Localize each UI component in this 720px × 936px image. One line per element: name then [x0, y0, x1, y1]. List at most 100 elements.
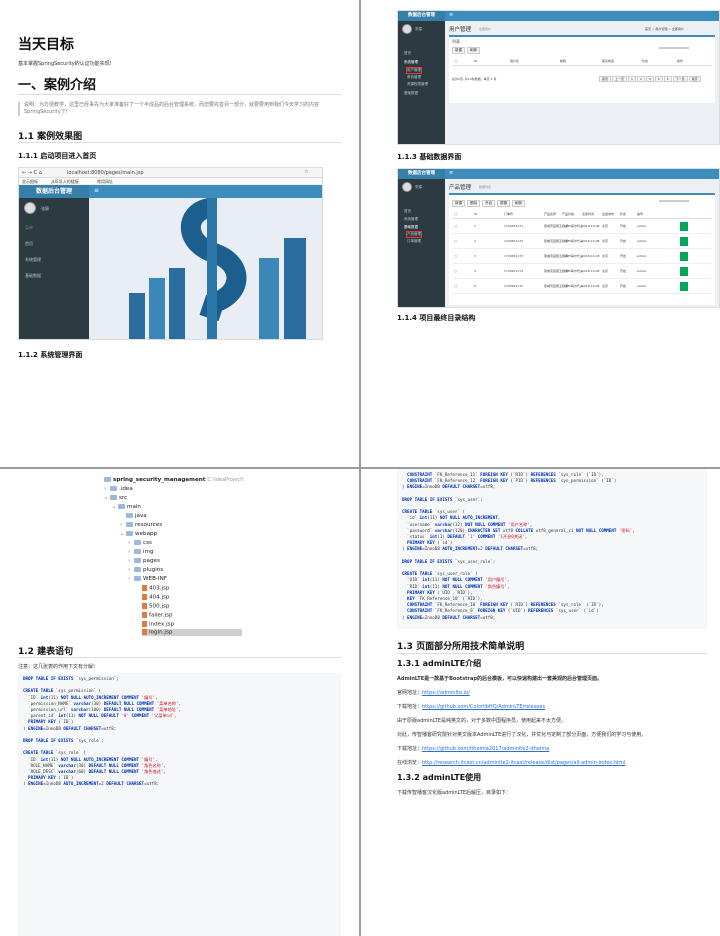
sidebar-item-system[interactable]: 系统管理	[25, 257, 41, 263]
tree-item[interactable]: failer.jsp	[142, 612, 173, 619]
app-logo[interactable]: 数据后台管理	[398, 169, 445, 179]
delete-button[interactable]: 删除	[467, 200, 481, 207]
page-2[interactable]: 2	[636, 76, 645, 82]
sidebar-item-data[interactable]: 基础数据	[404, 91, 418, 96]
sidebar-item-data[interactable]: 基础数据	[404, 225, 418, 230]
folder-icon	[134, 576, 141, 581]
app-logo[interactable]: 数据后台管理	[19, 185, 89, 198]
tree-item[interactable]: › plugins	[128, 567, 163, 573]
official-link[interactable]: https://adminlte.io/	[422, 690, 470, 696]
checkbox-all[interactable]: □	[454, 59, 457, 63]
tree-item[interactable]: java	[126, 513, 147, 519]
sidebar-item-products[interactable]: 产品管理	[406, 231, 422, 238]
tree-item[interactable]: › img	[128, 549, 154, 555]
row-checkbox[interactable]: □	[454, 269, 457, 273]
page-4[interactable]: 4	[654, 76, 663, 82]
column-header: 状态	[620, 212, 627, 216]
table-cell: 1700651174	[504, 269, 524, 273]
avatar	[402, 24, 412, 34]
nav-arrows-icon[interactable]: ← → C ⌂	[22, 170, 42, 176]
tree-item[interactable]: › resources	[120, 522, 162, 528]
menu-toggle-icon[interactable]: ≡	[449, 12, 453, 18]
row-action-button[interactable]	[680, 267, 688, 276]
download-link[interactable]: https://github.com/ColorlibHQ/AdminLTE/r…	[422, 704, 545, 710]
folder-icon	[126, 522, 133, 527]
browse-link[interactable]: http://research.itcast.cn/adminlte2-itca…	[422, 760, 625, 766]
address-bar[interactable]: localhost:8080/pages/main.jsp	[67, 170, 144, 176]
app-logo[interactable]: 数据后台管理	[398, 11, 445, 21]
enable-button[interactable]: 开启	[482, 200, 496, 207]
sidebar-item-system[interactable]: 系统管理	[404, 217, 418, 222]
folder-icon	[110, 495, 117, 500]
table-row[interactable]: □ 3 1700651173 夏威夷度假五日游一马尔代夫 1000.0 2018-10-0…	[452, 250, 712, 264]
page-3[interactable]: 3	[645, 76, 654, 82]
page-last[interactable]: 尾页	[688, 76, 701, 82]
sidebar-item-permissions[interactable]: 资源权限管理	[407, 82, 428, 87]
sidebar-item-orders[interactable]: 订单管理	[407, 239, 421, 244]
row-action-button[interactable]	[680, 237, 688, 246]
row-action-button[interactable]	[680, 222, 688, 231]
table-cell: 开启	[620, 224, 627, 228]
checkbox-all[interactable]: □	[454, 212, 457, 216]
new-button[interactable]: 新建	[452, 47, 466, 54]
page-1[interactable]: 1	[628, 76, 636, 82]
doc-page-4: CONSTRAINT `FK_Reference_11` FOREIGN KEY…	[361, 469, 720, 936]
tree-item[interactable]: › css	[128, 540, 152, 546]
tree-item[interactable]: › pages	[128, 558, 160, 564]
content-subtitle: 全部用户	[479, 27, 492, 31]
tree-item[interactable]: › .idea	[104, 486, 133, 492]
search-input[interactable]	[659, 47, 689, 49]
page-prev[interactable]: 上一页	[612, 76, 628, 82]
row-action-button[interactable]	[680, 282, 688, 291]
sidebar-item-home[interactable]: 首页	[404, 51, 411, 56]
column-header: 订单号	[504, 212, 514, 216]
tree-item-selected[interactable]: login.jsp	[142, 629, 242, 636]
page-first[interactable]: 首页	[599, 76, 612, 82]
tree-item[interactable]: ⌄ src	[104, 495, 127, 501]
table-cell: admin	[637, 239, 647, 243]
new-button[interactable]: 新建	[452, 200, 466, 207]
refresh-button[interactable]: 刷新	[467, 47, 481, 54]
refresh-button[interactable]: 刷新	[512, 200, 526, 207]
row-checkbox[interactable]: □	[454, 224, 457, 228]
tree-item[interactable]: › WEB-INF	[128, 576, 167, 582]
doc-page-2: 数据后台管理 张猿 首页 系统管理 用户管理 角色管理 资源权限管理 基础数据 …	[361, 0, 720, 467]
sidebar-item-home[interactable]: 首页	[25, 241, 33, 247]
table-row[interactable]: □ 1 1700651171 夏威夷度假五日游一马尔代夫 1000.0 2018-10-0…	[452, 220, 712, 234]
heading-1-3-1: 1.3.1 adminLTE介绍	[397, 659, 482, 668]
tree-item[interactable]: index.jsp	[142, 621, 174, 628]
table-cell: admin	[637, 269, 647, 273]
menu-toggle-icon[interactable]: ≡	[94, 187, 99, 194]
homepage-screenshot: ← → C ⌂ localhost:8080/pages/main.jsp ☆ …	[18, 167, 323, 340]
table-row[interactable]: □ 5 1700651175 夏威夷度假五日游一马尔代夫 1000.0 2018-10-0…	[452, 280, 712, 294]
row-checkbox[interactable]: □	[454, 239, 457, 243]
row-checkbox[interactable]: □	[454, 284, 457, 288]
sidebar-item-users[interactable]: 用户管理	[406, 67, 422, 74]
panel-title: 列表	[452, 39, 460, 44]
download2-link[interactable]: https://github.com/itheima2017/adminlte2…	[422, 746, 549, 752]
search-input[interactable]	[659, 200, 689, 202]
jsp-file-icon	[142, 621, 147, 627]
menu-toggle-icon[interactable]: ≡	[449, 170, 453, 176]
page-5[interactable]: 5	[663, 76, 672, 82]
sidebar-item-system[interactable]: 系统管理	[404, 60, 418, 65]
tree-item[interactable]: 500.jsp	[142, 603, 169, 610]
sidebar-item-roles[interactable]: 角色管理	[407, 75, 421, 80]
table-row[interactable]: □ 4 1700651174 夏威夷度假五日游一马尔代夫 1000.0 2018-10-0…	[452, 265, 712, 279]
col-actions: 操作	[677, 59, 684, 63]
sidebar-item-data[interactable]: 基础数据	[25, 273, 41, 279]
star-icon[interactable]: ☆	[304, 169, 308, 175]
heading-1-3: 1.3 页面部分所用技术简单说明	[397, 642, 525, 652]
sidebar-item-home[interactable]: 首页	[404, 209, 411, 214]
table-cell: 4	[474, 269, 476, 273]
table-row[interactable]: □ 2 1700651172 夏威夷度假五日游一马尔代夫 1000.0 2018-10-0…	[452, 235, 712, 249]
row-action-button[interactable]	[680, 252, 688, 261]
tree-item[interactable]: 404.jsp	[142, 594, 169, 601]
tree-item[interactable]: ⌄ webapp	[120, 531, 157, 537]
row-checkbox[interactable]: □	[454, 254, 457, 258]
tree-item[interactable]: ⌄ main	[112, 504, 141, 510]
page-next[interactable]: 下一页	[672, 76, 688, 82]
content-subtitle: 数据列表	[479, 185, 492, 189]
tree-item[interactable]: 403.jsp	[142, 585, 169, 592]
disable-button[interactable]: 屏蔽	[497, 200, 511, 207]
